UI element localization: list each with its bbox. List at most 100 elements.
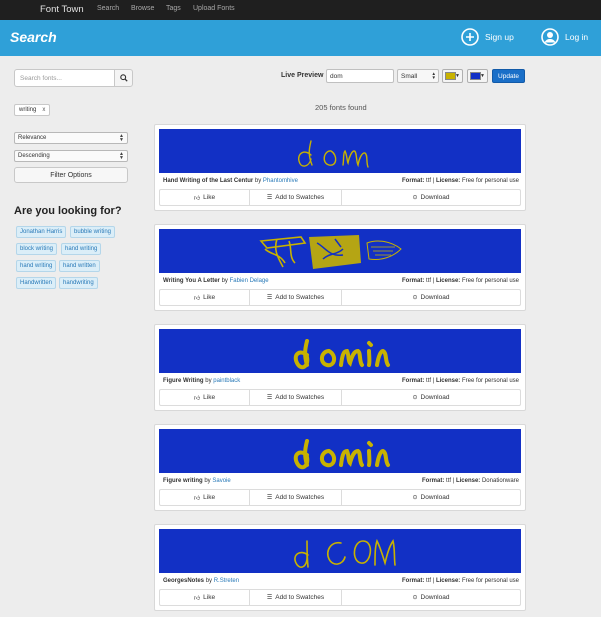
search-input[interactable]: Search fonts... (14, 69, 115, 87)
font-preview[interactable] (159, 129, 521, 173)
suggestion-tag[interactable]: hand writing (16, 260, 57, 272)
font-format-license: Format: ttf | License: Free for personal… (402, 378, 519, 384)
sort-order-select[interactable]: Descending ▲ ▼ (14, 150, 128, 162)
add-to-swatches-button[interactable]: ☰ Add to Swatches (250, 390, 342, 405)
download-label: Download (420, 294, 450, 301)
add-to-swatches-button[interactable]: ☰ Add to Swatches (250, 490, 342, 505)
login-button[interactable]: Log in (541, 26, 588, 48)
by-label: by (205, 578, 213, 584)
signup-button[interactable]: Sign up (461, 26, 514, 48)
signup-label: Sign up (485, 32, 514, 42)
add-to-swatches-label: Add to Swatches (275, 294, 325, 301)
add-to-swatches-button[interactable]: ☰ Add to Swatches (250, 590, 342, 605)
preview-text-input[interactable]: dom (326, 69, 394, 83)
caret-down-icon: ▼ (455, 73, 460, 79)
suggestion-tag[interactable]: hand written (59, 260, 100, 272)
like-button[interactable]: 👍︎ Like (160, 390, 250, 405)
download-button[interactable]: ⊙ Download (342, 190, 520, 205)
brand-logo[interactable]: Font Town (40, 4, 84, 15)
font-format: ttf (426, 278, 432, 284)
update-button[interactable]: Update (492, 69, 525, 83)
like-button[interactable]: 👍︎ Like (160, 490, 250, 505)
font-name[interactable]: Figure Writing (163, 378, 204, 384)
suggestion-tag[interactable]: block writing (16, 243, 58, 255)
license-label: License: (435, 378, 461, 384)
results-count: 205 fonts found (315, 103, 367, 112)
font-license: Free for personal use (461, 278, 519, 284)
like-button[interactable]: 👍︎ Like (160, 190, 250, 205)
like-button[interactable]: 👍︎ Like (160, 290, 250, 305)
preview-size-select[interactable]: Small ▲ ▼ (397, 69, 439, 83)
sort-order-value: Descending (18, 153, 50, 159)
font-preview[interactable] (159, 329, 521, 373)
user-circle-icon (541, 28, 559, 46)
font-license: Free for personal use (461, 378, 519, 384)
format-label: Format: (402, 378, 425, 384)
list-icon: ☰ (266, 495, 273, 501)
font-card: GeorgesNotes by R.Streten Format: ttf | L… (154, 524, 526, 611)
add-to-swatches-label: Add to Swatches (275, 194, 325, 201)
download-button[interactable]: ⊙ Download (342, 490, 520, 505)
download-button[interactable]: ⊙ Download (342, 590, 520, 605)
font-card: Figure Writing by paintblack Format: ttf … (154, 324, 526, 411)
suggestion-tag[interactable]: handwriting (59, 277, 98, 289)
search-button[interactable] (114, 69, 133, 87)
font-preview[interactable] (159, 529, 521, 573)
download-label: Download (420, 394, 450, 401)
download-icon: ⊙ (412, 395, 418, 401)
font-name[interactable]: Writing You A Letter (163, 278, 220, 284)
font-author-link[interactable]: Fabien Delage (230, 278, 269, 284)
like-label: Like (203, 594, 216, 601)
suggestion-tag[interactable]: Handwritten (16, 277, 57, 289)
remove-tag-button[interactable]: x (42, 107, 45, 113)
top-navbar: Font Town Search Browse Tags Upload Font… (0, 0, 601, 20)
download-icon: ⊙ (412, 495, 418, 501)
font-author-link[interactable]: Savoie (212, 478, 230, 484)
like-button[interactable]: 👍︎ Like (160, 590, 250, 605)
select-arrows-icon: ▲ ▼ (119, 151, 124, 161)
font-meta: Figure writing by Savoie Format: ttf | Li… (163, 478, 519, 484)
sort-by-select[interactable]: Relevance ▲ ▼ (14, 132, 128, 144)
font-format-license: Format: ttf | License: Free for personal… (402, 578, 519, 584)
nav-link-browse[interactable]: Browse (131, 5, 154, 12)
font-actions: 👍︎ Like ☰ Add to Swatches ⊙ Download (159, 189, 521, 206)
font-name[interactable]: Figure writing (163, 478, 203, 484)
add-to-swatches-label: Add to Swatches (275, 594, 325, 601)
font-card: Writing You A Letter by Fabien Delage For… (154, 224, 526, 311)
font-preview-glyphs (259, 235, 402, 269)
font-author-link[interactable]: Phantomhive (263, 178, 298, 184)
add-to-swatches-button[interactable]: ☰ Add to Swatches (250, 190, 342, 205)
download-button[interactable]: ⊙ Download (342, 290, 520, 305)
font-meta: Hand Writing of the Last Centur by Phant… (163, 178, 519, 184)
select-arrows-icon: ▲ ▼ (119, 133, 124, 143)
text-color-picker[interactable]: ▼ (442, 69, 463, 83)
like-label: Like (203, 494, 216, 501)
download-button[interactable]: ⊙ Download (342, 390, 520, 405)
nav-link-upload-fonts[interactable]: Upload Fonts (193, 5, 235, 12)
font-format-license: Format: ttf | License: Free for personal… (402, 178, 519, 184)
format-label: Format: (402, 578, 425, 584)
font-license: Donationware (481, 478, 519, 484)
font-name[interactable]: Hand Writing of the Last Centur (163, 178, 253, 184)
caret-down-icon: ▼ (480, 73, 485, 79)
font-name[interactable]: GeorgesNotes (163, 578, 204, 584)
add-to-swatches-label: Add to Swatches (275, 494, 325, 501)
suggestion-tag[interactable]: hand writing (61, 243, 102, 255)
suggestion-tag[interactable]: bubble writing (70, 226, 116, 238)
thumbs-up-icon: 👍︎ (193, 195, 201, 202)
font-meta: Figure Writing by paintblack Format: ttf … (163, 378, 519, 384)
nav-link-tags[interactable]: Tags (166, 5, 181, 12)
font-preview[interactable] (159, 429, 521, 473)
font-author-link[interactable]: paintblack (213, 378, 240, 384)
font-author-link[interactable]: R.Streten (214, 578, 239, 584)
add-to-swatches-button[interactable]: ☰ Add to Swatches (250, 290, 342, 305)
font-preview[interactable] (159, 229, 521, 273)
suggestion-tag[interactable]: Jonathan Harris (16, 226, 67, 238)
font-card: Figure writing by Savoie Format: ttf | Li… (154, 424, 526, 511)
download-icon: ⊙ (412, 595, 418, 601)
nav-link-search[interactable]: Search (97, 5, 119, 12)
list-icon: ☰ (266, 395, 273, 401)
filter-options-button[interactable]: Filter Options (14, 167, 128, 183)
font-format: ttf (426, 578, 432, 584)
background-color-picker[interactable]: ▼ (467, 69, 488, 83)
